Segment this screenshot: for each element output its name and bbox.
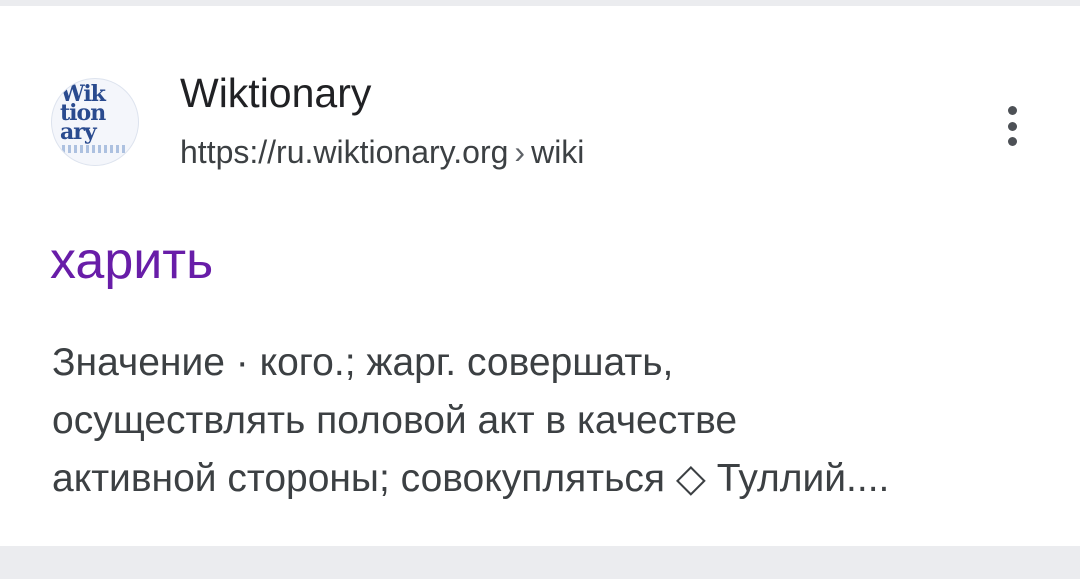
breadcrumb[interactable]: https://ru.wiktionary.org › wiki	[180, 134, 584, 171]
more-options-button[interactable]	[994, 102, 1030, 150]
site-name[interactable]: Wiktionary	[180, 70, 371, 117]
result-title-link[interactable]: харить	[50, 231, 213, 291]
more-vert-icon-dot-top	[1007, 106, 1017, 115]
breadcrumb-path: wiki	[531, 134, 585, 170]
breadcrumb-separator: ›	[514, 134, 526, 170]
snippet-line: осуществлять половой акт в качестве	[52, 399, 738, 442]
favicon-decoration	[62, 145, 128, 153]
result-snippet: Значение · кого.; жарг. совершать, осуще…	[52, 334, 1042, 508]
more-vert-icon-dot-bottom	[1007, 137, 1017, 146]
snippet-line: Значение · кого.; жарг. совершать,	[52, 341, 674, 384]
snippet-line: активной стороны; совокупляться ◇ Туллий…	[52, 457, 890, 500]
wiktionary-logo-icon[interactable]: Wik tion ary	[51, 78, 139, 166]
more-vert-icon-dot-middle	[1007, 121, 1017, 131]
breadcrumb-url: https://ru.wiktionary.org	[180, 134, 509, 170]
favicon-letters: Wik tion ary	[60, 81, 106, 145]
search-result-card: Wik tion ary Wiktionary https://ru.wikti…	[0, 6, 1080, 546]
